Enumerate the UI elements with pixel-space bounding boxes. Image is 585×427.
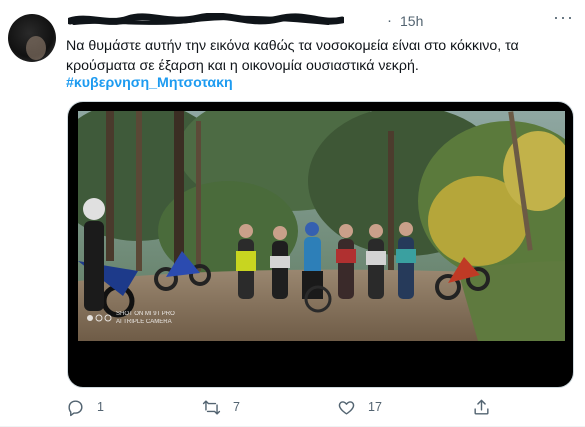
- share-icon: [474, 399, 489, 415]
- tweet-text: Να θυμάστε αυτήν την εικόνα καθώς τα νοσ…: [66, 36, 574, 76]
- tweet-header: · 15h ···: [66, 7, 573, 31]
- redacted-author-name: [68, 13, 344, 25]
- tweet-media[interactable]: SHOT ON MI 9T PRO AI TRIPLE CAMERA: [67, 101, 574, 388]
- reply-count: 1: [97, 400, 104, 414]
- hashtag-link[interactable]: #κυβερνηση_Μητσοτακη: [66, 75, 233, 91]
- more-icon[interactable]: ···: [553, 7, 574, 28]
- photo-watermark: AI TRIPLE CAMERA: [116, 319, 172, 325]
- photo-watermark: SHOT ON MI 9T PRO: [116, 311, 175, 317]
- like-count: 17: [368, 400, 382, 414]
- like-icon: [338, 400, 355, 415]
- tweet-text-line: κρούσματα σε έξαρση και η οικονομία ουσι…: [66, 58, 419, 74]
- share-button[interactable]: [472, 396, 491, 418]
- reply-icon: [68, 399, 83, 416]
- avatar[interactable]: [8, 14, 56, 62]
- tweet-actions: 1 7 17: [66, 396, 506, 420]
- header-separator: ·: [387, 12, 392, 29]
- forest-group-photo[interactable]: SHOT ON MI 9T PRO AI TRIPLE CAMERA: [78, 111, 565, 341]
- tweet[interactable]: · 15h ··· Να θυμάστε αυτήν την εικόνα κα…: [0, 0, 585, 427]
- retweet-icon: [202, 399, 221, 415]
- retweet-button[interactable]: 7: [202, 396, 240, 418]
- reply-button[interactable]: 1: [66, 396, 104, 418]
- like-button[interactable]: 17: [337, 396, 382, 418]
- tweet-text-line: Να θυμάστε αυτήν την εικόνα καθώς τα νοσ…: [66, 38, 519, 54]
- avatar-face: [26, 36, 46, 60]
- photo-scene: SHOT ON MI 9T PRO AI TRIPLE CAMERA: [78, 111, 565, 341]
- tweet-timestamp[interactable]: 15h: [400, 13, 423, 29]
- retweet-count: 7: [233, 400, 240, 414]
